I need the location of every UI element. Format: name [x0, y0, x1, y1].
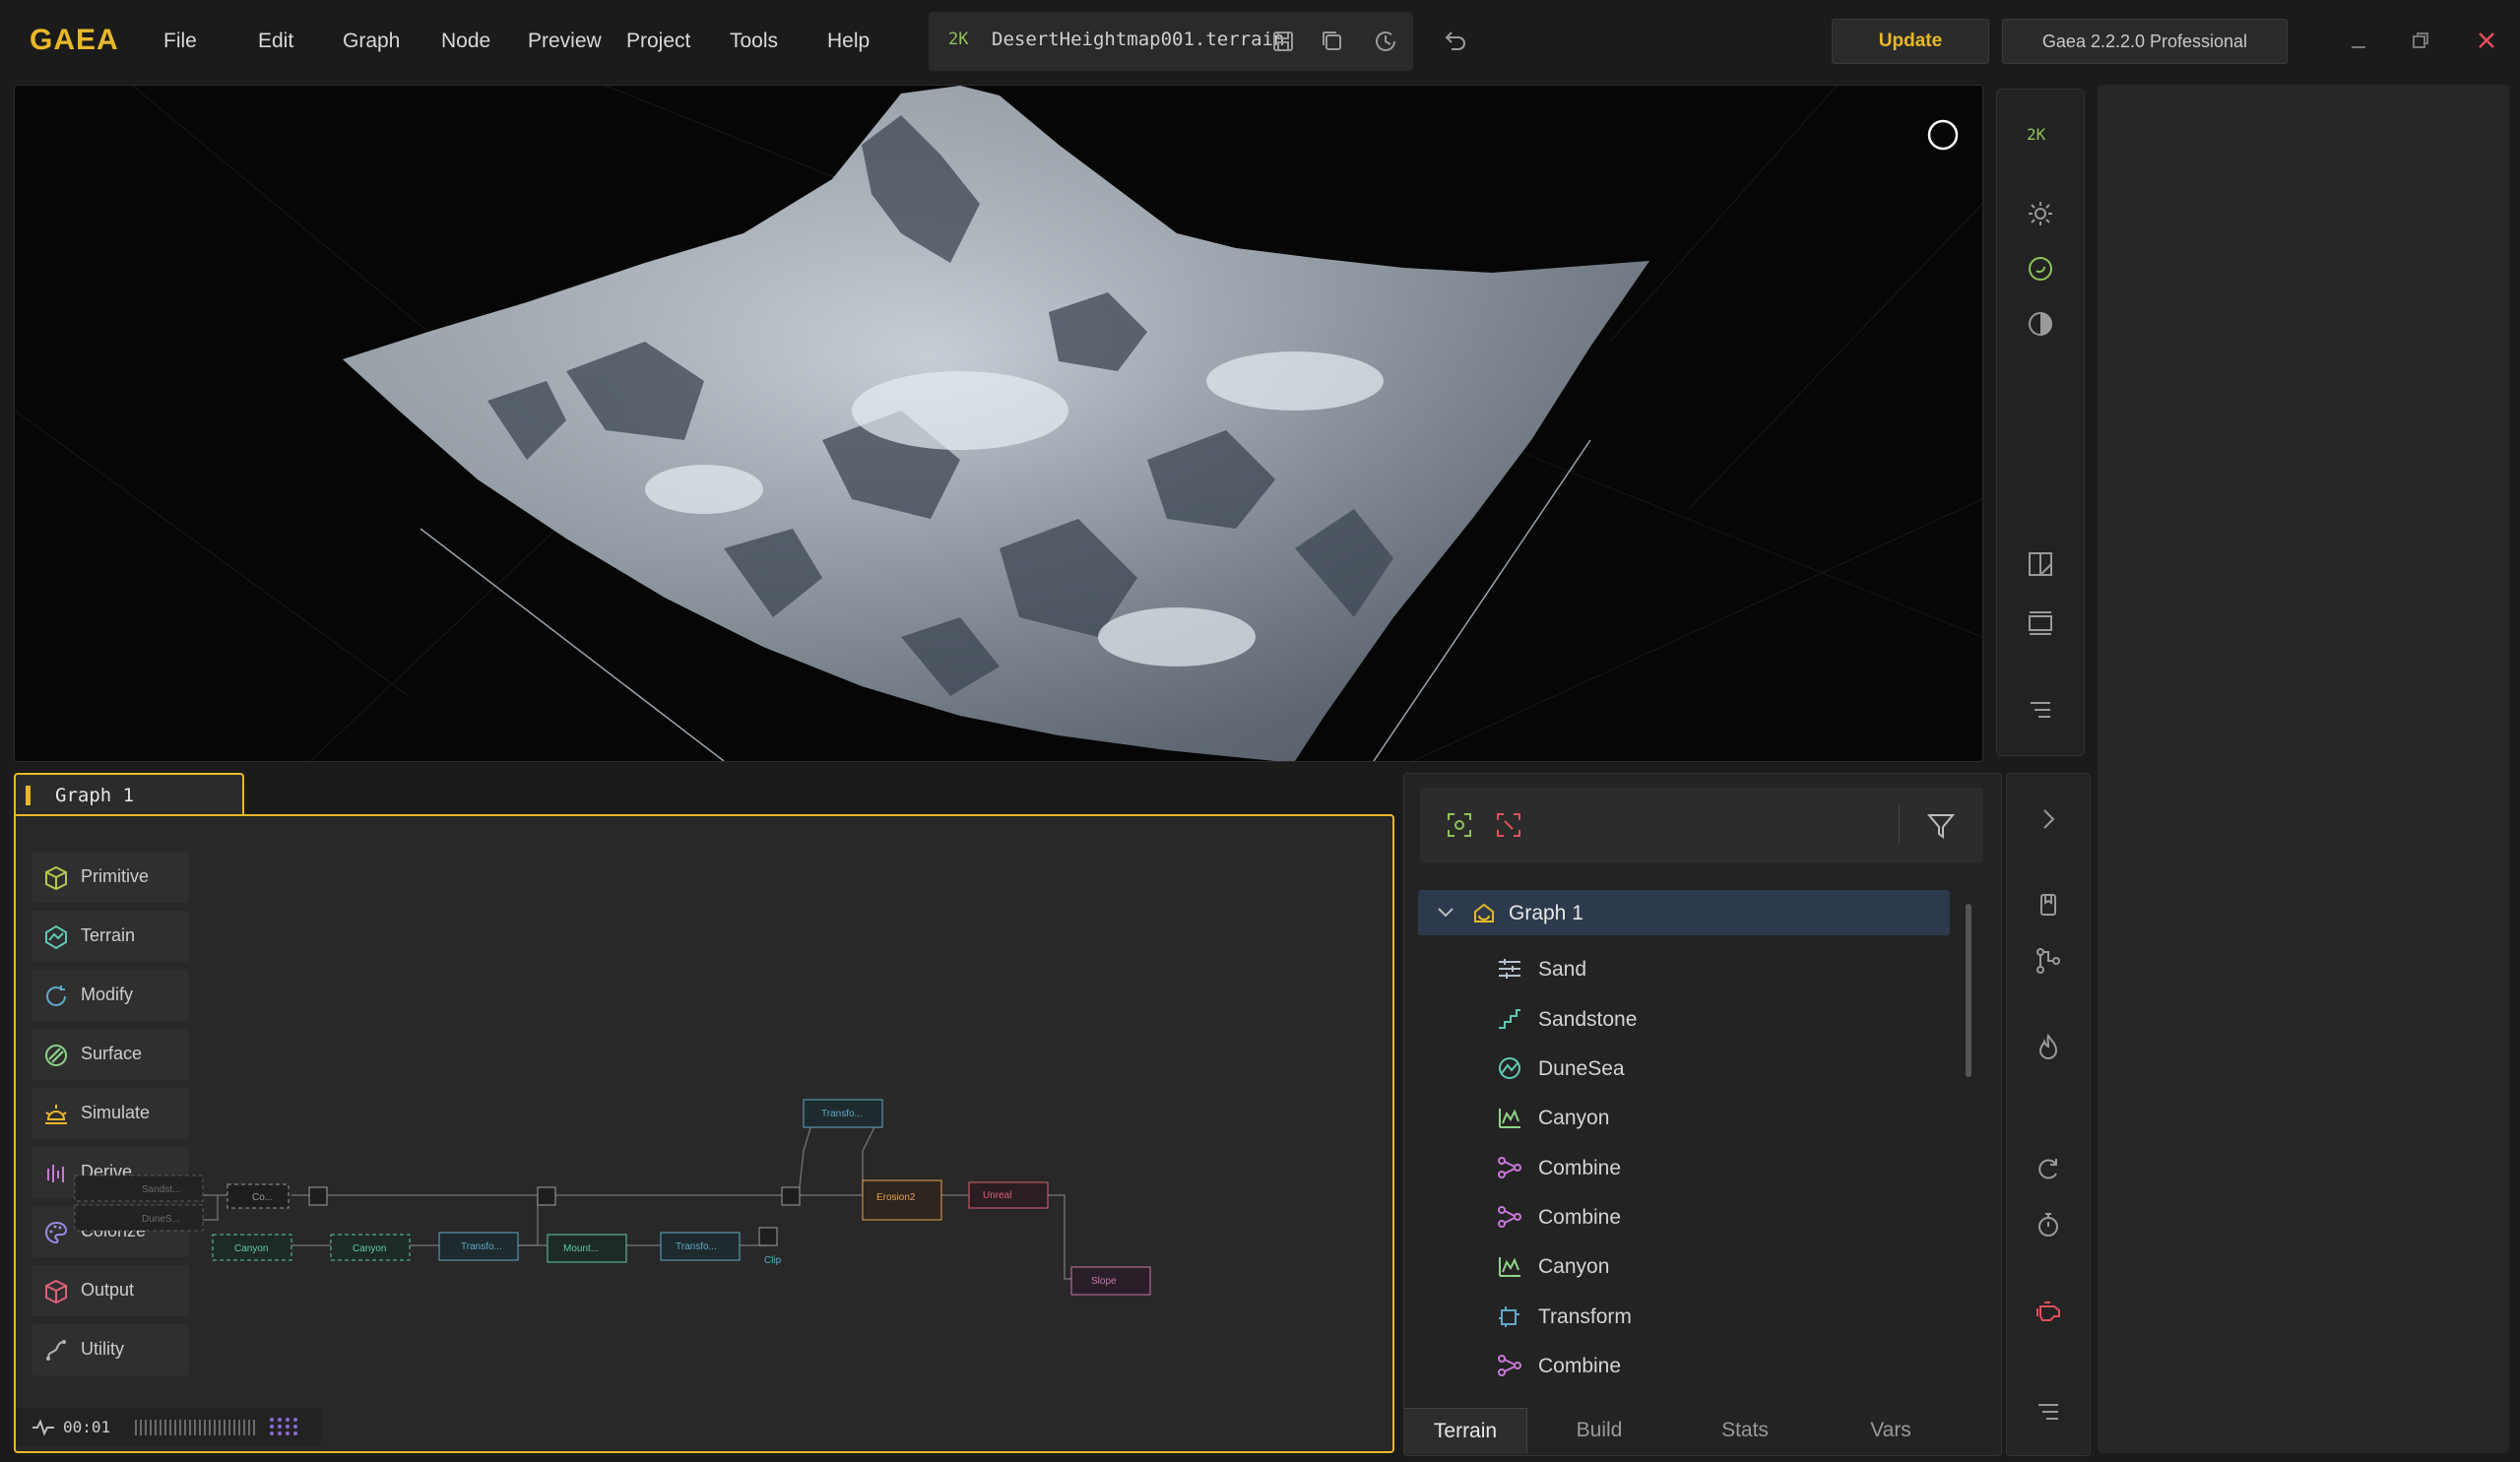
node-graph-canvas[interactable]: Primitive Terrain Modify Surface Simulat… [14, 814, 1394, 1453]
menu-node[interactable]: Node [441, 30, 490, 53]
node-transform-3: Transfo... [821, 1109, 863, 1119]
flame-icon[interactable] [2033, 1032, 2064, 1063]
engine-icon[interactable] [2033, 1296, 2064, 1327]
app-logo: GAEA [30, 24, 119, 56]
terrain-render [15, 86, 1982, 761]
node-list-tabs: Terrain Build Stats Vars [1404, 1408, 2000, 1454]
history-icon[interactable] [1372, 28, 1399, 55]
menu-graph[interactable]: Graph [343, 30, 400, 53]
undo-icon[interactable] [1440, 26, 1469, 55]
list-item-label: DuneSea [1538, 1057, 1625, 1080]
maximize-icon[interactable] [2406, 26, 2435, 55]
split-view-icon[interactable] [2025, 548, 2056, 580]
node-dunesea: DuneS... [142, 1214, 180, 1225]
node-list-panel [1403, 773, 2002, 1456]
close-icon[interactable] [2472, 26, 2501, 55]
tab-graph-1[interactable]: Graph 1 [14, 773, 244, 816]
sand-icon [1499, 959, 1520, 979]
tab-build[interactable]: Build [1526, 1408, 1672, 1453]
version-button[interactable]: Gaea 2.2.2.0 Professional [2002, 19, 2288, 64]
node-canyon-1: Canyon [234, 1243, 268, 1254]
filter-icon[interactable] [1926, 811, 1956, 841]
combine-icon [1498, 1355, 1521, 1376]
file-name: DesertHeightmap001.terrain [992, 29, 1285, 50]
node-erosion2: Erosion2 [876, 1192, 916, 1203]
resolution-label: 2K [948, 30, 969, 49]
sun-icon[interactable] [2025, 198, 2056, 229]
list-item-label: Combine [1538, 1206, 1622, 1229]
list-item-label: Combine [1538, 1157, 1622, 1179]
frame-icon[interactable] [2025, 607, 2056, 639]
combine-icon [1498, 1157, 1521, 1178]
properties-panel [2098, 85, 2509, 1453]
tab-vars[interactable]: Vars [1818, 1408, 1964, 1453]
node-list-toolbar [1420, 788, 1983, 862]
graph-home-icon [1474, 903, 1494, 922]
shading-icon[interactable] [2025, 308, 2056, 340]
progress-ticks [135, 1420, 255, 1435]
timer-icon[interactable] [2033, 1209, 2064, 1240]
file-info-box: 2K DesertHeightmap001.terrain [929, 12, 1413, 71]
node-transform-2: Transfo... [676, 1241, 717, 1252]
menu-help[interactable]: Help [827, 30, 870, 53]
menu-file[interactable]: File [163, 30, 197, 53]
focus-selected-icon[interactable] [1446, 811, 1473, 839]
tree-item-graph-1[interactable]: Graph 1 [1418, 890, 1950, 935]
viewport-menu-icon[interactable] [2025, 694, 2056, 726]
node-clip: Clip [764, 1255, 782, 1266]
list-item-label: Canyon [1538, 1255, 1610, 1278]
list-item-label: Sandstone [1538, 1008, 1638, 1031]
loading-spinner-icon [1927, 119, 1959, 151]
refresh-curve-icon[interactable] [2033, 1154, 2064, 1185]
list-item-label: Combine [1538, 1355, 1622, 1377]
node-tree-icon[interactable] [2033, 945, 2064, 977]
tab-stats[interactable]: Stats [1672, 1408, 1818, 1453]
list-item-label: Canyon [1538, 1107, 1610, 1129]
viewport-resolution-button[interactable]: 2K [2027, 125, 2045, 144]
dune-icon [1499, 1057, 1520, 1079]
tree-root-label: Graph 1 [1509, 902, 1583, 924]
copy-icon[interactable] [1319, 28, 1346, 55]
node-slope: Slope [1091, 1276, 1117, 1287]
menu-tools[interactable]: Tools [730, 30, 778, 53]
deselect-icon[interactable] [1495, 811, 1522, 839]
node-network: Sandst... DuneS... Co... Canyon Canyon T… [74, 1099, 1151, 1296]
terrain-viewport[interactable] [14, 85, 1983, 762]
graph-tab-label: Graph 1 [55, 785, 135, 806]
menu-project[interactable]: Project [626, 30, 690, 53]
grid-dots-icon[interactable] [268, 1416, 299, 1437]
combine-icon [1498, 1206, 1521, 1228]
minimize-icon[interactable] [2344, 26, 2373, 55]
build-timer: 00:01 [63, 1418, 111, 1436]
tab-terrain[interactable]: Terrain [1404, 1408, 1527, 1454]
render-mode-icon[interactable] [2025, 253, 2056, 285]
node-transform-1: Transfo... [461, 1241, 502, 1252]
graph-status-bar: 00:01 [16, 1408, 321, 1445]
list-item-label: Transform [1538, 1305, 1632, 1328]
node-list-scrollbar[interactable] [1966, 904, 1971, 1077]
viewport-toolbar: 2K [1996, 89, 2085, 756]
activity-icon [32, 1419, 54, 1436]
node-unreal: Unreal [983, 1190, 1011, 1201]
menu-edit[interactable]: Edit [258, 30, 293, 53]
canyon-icon [1499, 1257, 1520, 1277]
bookmark-icon[interactable] [2033, 890, 2064, 922]
node-mountain: Mount... [563, 1243, 599, 1254]
side-toolbar [2006, 773, 2091, 1456]
save-icon[interactable] [1269, 28, 1297, 55]
node-combine: Co... [252, 1192, 273, 1203]
node-sandstone: Sandst... [142, 1184, 180, 1195]
menu-preview[interactable]: Preview [528, 30, 602, 53]
side-menu-icon[interactable] [2033, 1396, 2064, 1428]
list-item-label: Sand [1538, 958, 1587, 981]
chevron-right-icon[interactable] [2033, 803, 2064, 835]
update-button[interactable]: Update [1832, 19, 1989, 64]
stairs-icon [1499, 1009, 1520, 1029]
canyon-icon [1499, 1109, 1520, 1128]
node-canyon-2: Canyon [353, 1243, 386, 1254]
chevron-down-icon[interactable] [1436, 904, 1455, 922]
transform-icon [1499, 1306, 1519, 1327]
